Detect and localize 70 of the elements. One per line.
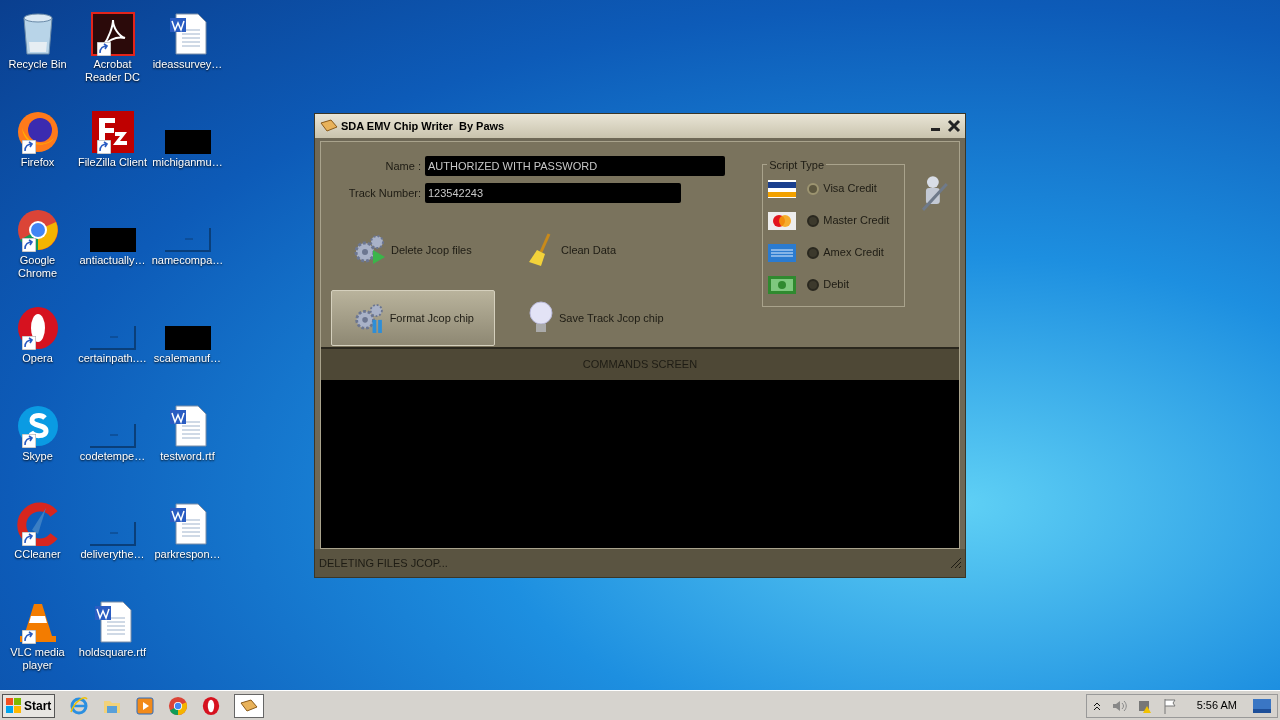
desktop-icon-label[interactable]: FileZilla Client [75,156,150,169]
desktop-icon-label[interactable]: namecompa… [150,254,225,267]
start-button[interactable]: Start [2,693,56,718]
window-title: SDA EMV Chip Writer By Paws [341,118,506,134]
desktop-icon-label[interactable]: CCleaner [0,548,75,561]
field-label: Name : [384,158,422,174]
action-button[interactable]: Save Track Jcop chip [507,290,707,346]
app-icon[interactable] [239,698,260,713]
app-icon[interactable] [319,119,339,133]
clock[interactable]: 5:56 AM [1196,697,1237,714]
shortcut-arrow-icon [21,434,36,448]
close-icon[interactable] [947,119,961,133]
desktop-icon-label[interactable]: Acrobat Reader DC [75,58,150,84]
mastercard-icon [768,211,797,230]
resize-grip-icon[interactable] [951,558,961,568]
empty-thumbnail-icon [89,326,136,350]
shortcut-arrow-icon [21,140,36,154]
desktop-icon-label[interactable]: ideassurvey… [150,58,225,71]
desktop-icon-label[interactable]: holdsquare.rtf [75,646,150,659]
desktop-icon-label[interactable]: scalemanuf… [150,352,225,365]
flag-icon[interactable] [1162,697,1177,714]
desktop-icon-label[interactable]: Opera [0,352,75,365]
radio-button[interactable] [807,246,820,259]
thumbnail-icon [89,228,136,252]
desktop-icon-label[interactable]: codetempe… [75,450,150,463]
amex-card-icon [768,243,797,262]
thumbnail-icon [164,130,211,154]
action-button[interactable]: Format Jcop chip [331,290,495,346]
status-text: DELETING FILES JCOP... [319,555,449,571]
radio-button[interactable] [807,182,820,195]
shortcut-arrow-icon [21,238,36,252]
desktop-icon-label[interactable]: parkrespon… [150,548,225,561]
action-button[interactable]: Clean Data [507,222,707,278]
taskbar-button[interactable] [234,693,265,718]
radio-label[interactable]: Visa Credit [823,180,877,197]
radio-label[interactable]: Debit [823,276,849,293]
visa-card-icon [768,179,797,198]
empty-thumbnail-icon [89,522,136,546]
desktop-icon-label[interactable]: Recycle Bin [0,58,75,71]
radio-label[interactable]: Master Credit [823,212,890,229]
desktop-icon-label[interactable]: Firefox [0,156,75,169]
radio-label[interactable]: Amex Credit [823,244,884,261]
text-field[interactable]: 123542243 [425,183,681,203]
chevron-up-icon[interactable] [1092,700,1101,711]
show-desktop-icon[interactable] [1253,698,1271,713]
radio-button[interactable] [807,214,820,227]
radio-button[interactable] [807,278,820,291]
acrobat-icon [90,12,135,56]
desktop-icon-label[interactable]: michiganmu… [150,156,225,169]
action-button[interactable]: Delete Jcop files [331,222,507,278]
desktop-icon-label[interactable]: Skype [0,450,75,463]
desktop-icon-label[interactable]: testword.rtf [150,450,225,463]
desktop-icon-label[interactable]: certainpath.… [75,352,150,365]
shortcut-arrow-icon [21,630,36,644]
desktop-icon-label[interactable]: VLC media player [0,646,75,672]
desktop-icon-label[interactable]: Google Chrome [0,254,75,280]
windows-logo-icon [6,697,22,714]
empty-thumbnail-icon [89,424,136,448]
shortcut-arrow-icon [21,336,36,350]
empty-thumbnail-icon [164,228,211,252]
thumbnail-icon [164,326,211,350]
desktop-icon-label[interactable]: deliverythe… [75,548,150,561]
shortcut-arrow-icon [21,532,36,546]
desktop-icon-label[interactable]: antiactually… [75,254,150,267]
text-field[interactable]: AUTHORIZED WITH PASSWORD [425,156,725,176]
speaker-icon[interactable] [1110,698,1127,713]
banknote-icon [768,275,797,294]
filezilla-icon [90,110,135,154]
field-label: Track Number: [347,185,422,201]
ccleaner-icon [15,502,60,546]
